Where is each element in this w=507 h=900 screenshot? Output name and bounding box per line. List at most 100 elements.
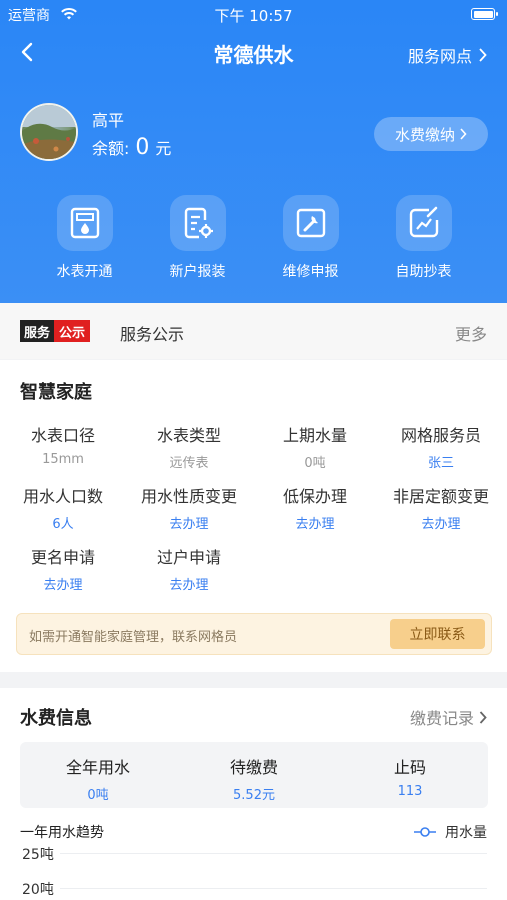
edit-chart-icon (409, 206, 438, 238)
smart-family-grid: 水表口径 15mm 水表类型 远传表 上期水量 0吨 网格服务员 张三 用水人口… (0, 422, 507, 605)
info-household-size[interactable]: 用水人口数 6人 (0, 483, 126, 544)
grid-line (60, 888, 487, 889)
smart-family-title: 智慧家庭 (20, 382, 92, 403)
notice-more-link[interactable]: 更多 (455, 321, 487, 345)
info-label: 水表类型 (156, 426, 221, 445)
info-value-link[interactable]: 张三 (378, 452, 504, 471)
battery-icon (471, 8, 498, 20)
info-usage-type-change[interactable]: 用水性质变更 去办理 (126, 483, 252, 544)
stat-pending-fee: 待缴费 5.52元 (176, 742, 332, 808)
info-label: 用水性质变更 (140, 487, 237, 506)
water-meter-icon (70, 207, 99, 239)
water-fee-title: 水费信息 (20, 708, 92, 729)
chevron-right-icon (479, 710, 487, 724)
stat-annual-usage: 全年用水 0吨 (20, 742, 176, 808)
info-meter-caliber: 水表口径 15mm (0, 422, 126, 483)
smart-family-card: 智慧家庭 水表口径 15mm 水表类型 远传表 上期水量 0吨 网格服务员 张三… (0, 360, 507, 672)
status-bar: 运营商 下午 10:57 (0, 0, 507, 28)
pay-water-fee-label: 水费缴纳 (394, 125, 455, 144)
go-handle-link[interactable]: 去办理 (126, 513, 252, 532)
go-handle-link[interactable]: 去办理 (0, 574, 126, 593)
info-value-link[interactable]: 6人 (0, 513, 126, 532)
avatar[interactable] (20, 103, 78, 161)
avatar-photo-icon (22, 105, 76, 159)
grid-row: 水表口径 15mm 水表类型 远传表 上期水量 0吨 网格服务员 张三 (0, 422, 507, 483)
info-value: 远传表 (169, 456, 209, 471)
stat-value: 0吨 (87, 788, 109, 803)
pay-water-fee-button[interactable]: 水费缴纳 (374, 117, 488, 151)
balance-unit: 元 (155, 139, 172, 158)
info-meter-type: 水表类型 远传表 (126, 422, 252, 483)
status-time: 下午 10:57 (214, 7, 293, 25)
quick-action-icon-wrap (169, 195, 226, 251)
payment-records-label: 缴费记录 (409, 709, 474, 728)
stat-value: 5.52元 (233, 788, 275, 803)
fee-stats: 全年用水 0吨 待缴费 5.52元 止码 113 (20, 742, 488, 808)
quick-action-new-install[interactable]: 新户报装 (141, 195, 254, 281)
info-nonresident-quota[interactable]: 非居定额变更 去办理 (378, 483, 504, 544)
quick-actions: 水表开通 新户报装 维修申报 自助抄表 (0, 195, 507, 281)
info-label: 用水人口数 (22, 487, 103, 506)
stat-label: 全年用水 (65, 758, 130, 777)
quick-action-icon-wrap (56, 195, 113, 251)
stat-end-reading: 止码 113 (332, 742, 488, 808)
quick-action-icon-wrap (282, 195, 339, 251)
nav-bar: 常德供水 服务网点 (0, 30, 507, 74)
grid-row: 更名申请 去办理 过户申请 去办理 (0, 544, 507, 605)
info-low-income[interactable]: 低保办理 去办理 (252, 483, 378, 544)
trend-title: 一年用水趋势 (20, 825, 104, 841)
service-notice-bar[interactable]: 服务 公示 服务公示 更多 (0, 303, 507, 359)
info-label: 上期水量 (282, 426, 347, 445)
quick-action-self-reading[interactable]: 自助抄表 (367, 195, 480, 281)
info-value: 0吨 (304, 456, 326, 471)
stat-label: 止码 (393, 758, 426, 777)
info-label: 非居定额变更 (392, 487, 489, 506)
chevron-right-icon (460, 128, 467, 140)
y-tick-label: 25吨 (22, 847, 54, 863)
form-settings-icon (184, 207, 213, 239)
smart-family-tip: 如需开通智能家庭管理，联系网格员 立即联系 (16, 613, 492, 655)
y-tick-label: 20吨 (22, 882, 54, 898)
service-outlets-link[interactable]: 服务网点 (408, 43, 487, 67)
quick-action-label: 维修申报 (282, 264, 339, 280)
info-transfer[interactable]: 过户申请 去办理 (126, 544, 252, 605)
notice-tag-left: 服务 (20, 320, 55, 342)
info-value: 15mm (42, 452, 84, 467)
service-outlets-label: 服务网点 (407, 47, 472, 66)
info-rename[interactable]: 更名申请 去办理 (0, 544, 126, 605)
info-label: 过户申请 (156, 548, 221, 567)
notice-tag-right: 公示 (54, 320, 91, 342)
go-handle-link[interactable]: 去办理 (378, 513, 504, 532)
balance-value: 0 (135, 135, 150, 160)
info-label: 水表口径 (30, 426, 95, 445)
line-legend-icon (414, 827, 436, 837)
notice-tag: 服务 公示 (20, 320, 91, 342)
header-hero: 运营商 下午 10:57 常德供水 服务网点 高平 余额: 0 元 水费缴纳 水… (0, 0, 507, 303)
payment-records-link[interactable]: 缴费记录 (410, 705, 487, 729)
contact-now-button[interactable]: 立即联系 (390, 619, 485, 649)
go-handle-link[interactable]: 去办理 (126, 574, 252, 593)
grid-line (60, 853, 487, 854)
tip-text: 如需开通智能家庭管理，联系网格员 (29, 630, 238, 645)
grid-row: 用水人口数 6人 用水性质变更 去办理 低保办理 去办理 非居定额变更 去办理 (0, 483, 507, 544)
go-handle-link[interactable]: 去办理 (252, 513, 378, 532)
stat-value: 113 (397, 784, 423, 799)
info-label: 网格服务员 (400, 426, 481, 445)
balance-label: 余额: (92, 139, 130, 158)
info-label: 更名申请 (30, 548, 95, 567)
chart-legend: 用水量 (413, 822, 487, 842)
user-info: 高平 余额: 0 元 水费缴纳 (20, 103, 490, 163)
quick-action-water-meter[interactable]: 水表开通 (28, 195, 141, 281)
quick-action-label: 水表开通 (56, 264, 113, 280)
legend-label: 用水量 (445, 825, 487, 841)
balance: 余额: 0 元 (92, 135, 171, 160)
chevron-right-icon (479, 48, 487, 62)
notice-text: 服务公示 (120, 325, 185, 344)
info-grid-staff[interactable]: 网格服务员 张三 (378, 422, 504, 483)
info-last-usage: 上期水量 0吨 (252, 422, 378, 483)
stat-label: 待缴费 (229, 758, 278, 777)
water-fee-card: 水费信息 缴费记录 全年用水 0吨 待缴费 5.52元 止码 113 一年用水趋… (0, 688, 507, 900)
user-name: 高平 (92, 111, 125, 130)
quick-action-repair[interactable]: 维修申报 (254, 195, 367, 281)
info-label: 低保办理 (282, 487, 347, 506)
